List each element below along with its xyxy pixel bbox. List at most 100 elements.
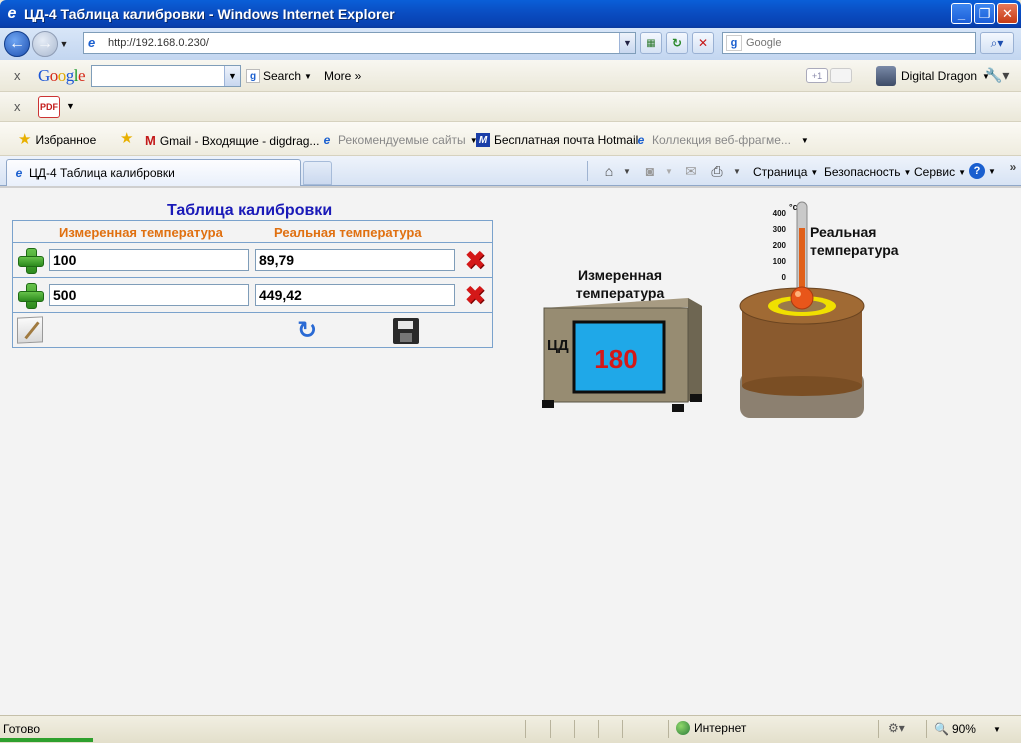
edit-icon[interactable] [17, 316, 43, 344]
tab-active[interactable]: e ЦД-4 Таблица калибровки [6, 159, 301, 186]
favorite-web-slice-label: Коллекция веб-фрагме... [652, 133, 791, 147]
feeds-dropdown-icon[interactable]: ▼ [660, 162, 678, 180]
protected-mode-icon[interactable]: ⚙▾ [888, 721, 905, 735]
delete-row-button[interactable]: ✖ [463, 282, 487, 308]
insert-row-button[interactable] [17, 247, 44, 274]
close-pdf-toolbar-button[interactable]: x [14, 99, 21, 114]
minimize-button[interactable]: _ [951, 3, 972, 24]
safety-menu-label: Безопасность [824, 165, 901, 179]
favorites-bar: ★ Избранное ★ M Gmail - Входящие - digdr… [0, 122, 1021, 156]
page-menu[interactable]: Страница ▼ [753, 165, 818, 179]
favorites-button[interactable]: ★ Избранное [18, 132, 96, 147]
tab-label: ЦД-4 Таблица калибровки [29, 166, 175, 180]
tab-row: e ЦД-4 Таблица калибровки ⌂ ▼ ◙ ▼ ✉ ⎙ ▼ … [0, 156, 1021, 186]
home-icon[interactable]: ⌂ [600, 162, 618, 180]
thermometer-tick: 400 [773, 209, 787, 218]
address-dropdown-icon[interactable]: ▼ [619, 33, 635, 53]
pdf-dropdown-icon[interactable]: ▼ [66, 101, 75, 111]
safety-menu[interactable]: Безопасность ▼ [824, 165, 911, 179]
measured-temp-input[interactable]: 500 [49, 284, 249, 306]
pdf-toolbar: x PDF ▼ [0, 92, 1021, 122]
history-dropdown-icon[interactable]: ▼ [58, 39, 70, 49]
plus-one-button[interactable]: +1 [806, 68, 828, 83]
help-menu[interactable]: ? ▼ [969, 163, 996, 179]
stop-button[interactable]: ✕ [692, 32, 714, 54]
favorite-gmail[interactable]: M Gmail - Входящие - digdrag... [145, 133, 319, 148]
device-brand: ЦД [547, 337, 569, 354]
real-temp-input[interactable]: 449,42 [255, 284, 455, 306]
divider [574, 720, 575, 738]
google-search-button[interactable]: g Search ▼ [246, 69, 312, 83]
url-text[interactable]: http://192.168.0.230/ [108, 37, 209, 49]
feeds-icon[interactable]: ◙ [641, 162, 659, 180]
read-mail-icon[interactable]: ✉ [682, 162, 700, 180]
favorite-suggested-sites[interactable]: e Рекомендуемые сайты ▼ [320, 133, 478, 147]
help-icon: ? [969, 163, 985, 179]
google-more-button[interactable]: More » [324, 69, 361, 83]
back-button[interactable]: ← [4, 31, 30, 57]
search-box[interactable]: g [722, 32, 976, 54]
compatibility-view-icon[interactable]: ▦ [640, 32, 662, 54]
page-menu-arrow-icon: ▼ [810, 167, 819, 177]
undo-reload-icon[interactable]: ↻ [295, 319, 319, 343]
thermometer-tick: 0 [782, 273, 787, 282]
favorite-hotmail[interactable]: M Бесплатная почта Hotmail [476, 133, 638, 147]
chevron-more-icon[interactable]: » [1004, 158, 1021, 176]
add-to-favorites-icon: ★ [120, 130, 134, 147]
tools-menu[interactable]: Сервис ▼ [914, 165, 966, 179]
refresh-button[interactable]: ↻ [666, 32, 688, 54]
thermometer-tick: 300 [773, 225, 787, 234]
measured-temp-input[interactable]: 100 [49, 249, 249, 271]
security-zone[interactable]: Интернет [676, 721, 746, 735]
window-title-bar: e ЦД-4 Таблица калибровки - Windows Inte… [0, 0, 1021, 28]
close-google-toolbar-button[interactable]: x [14, 68, 21, 83]
zoom-icon: 🔍 [934, 722, 949, 736]
device-foot [690, 394, 702, 402]
window-controls: _ ❐ ✕ [951, 3, 1018, 24]
device-label-line1: Измеренная [577, 267, 663, 283]
status-bar: Готово Интернет ⚙▾ 🔍 90% ▼ [0, 715, 1021, 743]
page-content: Таблица калибровки Измеренная температур… [0, 186, 1021, 715]
help-menu-arrow-icon: ▼ [988, 166, 996, 176]
save-disk-icon[interactable] [393, 318, 419, 344]
pdf-convert-icon[interactable]: PDF [38, 96, 60, 118]
google-toolbar: x Google ▼ g Search ▼ More » +1 Digital … [0, 60, 1021, 92]
home-dropdown-icon[interactable]: ▼ [618, 162, 636, 180]
divider [926, 720, 927, 738]
real-temp-input[interactable]: 89,79 [255, 249, 455, 271]
forward-button[interactable]: → [32, 31, 58, 57]
insert-row-button[interactable] [17, 282, 44, 309]
thermometer-mercury [799, 228, 805, 296]
google-search-icon: g [246, 69, 260, 83]
zoom-button[interactable]: 🔍 90% ▼ [934, 722, 1001, 736]
print-dropdown-icon[interactable]: ▼ [728, 162, 746, 180]
status-text: Готово [3, 722, 41, 736]
safety-menu-arrow-icon: ▼ [903, 167, 912, 177]
close-button[interactable]: ✕ [997, 3, 1018, 24]
favorite-gmail-label: Gmail - Входящие - digdrag... [159, 133, 320, 148]
search-go-button[interactable]: ⌕▾ [980, 32, 1014, 54]
divider [622, 720, 623, 738]
device-foot [542, 400, 554, 408]
address-bar[interactable]: e http://192.168.0.230/ ▼ [83, 32, 636, 54]
search-input[interactable] [746, 37, 966, 49]
ie-page-icon: e [323, 133, 331, 147]
google-account-button[interactable]: Digital Dragon ▼ [876, 66, 990, 86]
page-icon: e [88, 35, 96, 50]
divider [13, 277, 492, 278]
address-toolbar: ← → ▼ e http://192.168.0.230/ ▼ ▦ ↻ ✕ g … [0, 28, 1021, 60]
print-icon[interactable]: ⎙ [708, 162, 726, 180]
maximize-button[interactable]: ❐ [974, 3, 995, 24]
delete-row-button[interactable]: ✖ [463, 247, 487, 273]
favorite-web-slice-gallery[interactable]: e Коллекция веб-фрагме... ▼ [634, 133, 809, 147]
new-tab-button[interactable] [303, 161, 332, 185]
google-search-dropdown-icon[interactable]: ▼ [224, 66, 240, 86]
globe-icon [676, 721, 690, 735]
web-slice-dropdown-icon: ▼ [800, 135, 809, 145]
add-favorite-button[interactable]: ★ [120, 130, 134, 147]
divider [587, 161, 588, 181]
wrench-settings-icon[interactable]: 🔧▾ [985, 67, 1009, 84]
google-search-input[interactable]: ▼ [91, 65, 241, 87]
window-title: ЦД-4 Таблица калибровки - Windows Intern… [24, 6, 395, 22]
divider [878, 720, 879, 738]
